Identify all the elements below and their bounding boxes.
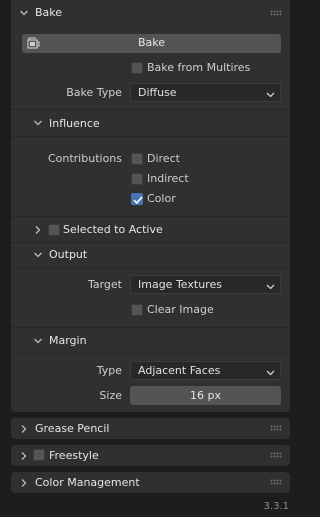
grease-pencil-title: Grease Pencil	[35, 422, 110, 435]
selected-to-active-title: Selected to Active	[63, 223, 163, 236]
chevron-right-icon	[19, 451, 29, 461]
chevron-right-icon	[19, 478, 29, 488]
target-value: Image Textures	[138, 278, 222, 291]
target-label: Target	[87, 278, 122, 291]
color-checkbox[interactable]	[131, 193, 143, 205]
divider	[11, 327, 290, 328]
drag-handle-icon[interactable]	[270, 425, 282, 431]
influence-title: Influence	[49, 117, 100, 130]
bake-type-dropdown[interactable]: Diffuse	[130, 83, 281, 102]
chevron-down-icon	[266, 89, 275, 98]
drag-handle-icon[interactable]	[270, 479, 282, 485]
divider	[11, 216, 290, 217]
clear-image-label[interactable]: Clear Image	[147, 303, 214, 317]
version-label: 3.3.1	[263, 501, 289, 512]
bake-panel-title: Bake	[35, 6, 63, 19]
divider	[11, 267, 290, 268]
chevron-down-icon	[266, 367, 275, 376]
chevron-down-icon	[33, 250, 43, 260]
margin-title: Margin	[49, 334, 87, 347]
color-label[interactable]: Color	[147, 192, 176, 206]
bake-from-multires-checkbox[interactable]	[131, 62, 143, 74]
selected-to-active-checkbox[interactable]	[48, 224, 60, 236]
direct-label[interactable]: Direct	[147, 152, 180, 166]
margin-subpanel-header[interactable]: Margin	[11, 330, 290, 352]
color-management-title: Color Management	[35, 476, 140, 489]
chevron-right-icon	[33, 225, 43, 235]
margin-size-field[interactable]: 16 px	[130, 386, 281, 405]
indirect-label[interactable]: Indirect	[147, 172, 189, 186]
bake-from-multires-label[interactable]: Bake from Multires	[147, 61, 250, 75]
freestyle-checkbox[interactable]	[33, 449, 45, 461]
influence-subpanel-header[interactable]: Influence	[11, 112, 290, 134]
bake-button-label: Bake	[137, 36, 166, 49]
indirect-checkbox[interactable]	[131, 173, 143, 185]
margin-size-label: Size	[99, 389, 122, 402]
drag-handle-icon[interactable]	[270, 10, 282, 16]
margin-type-value: Adjacent Faces	[138, 364, 221, 377]
freestyle-title: Freestyle	[49, 449, 99, 462]
bake-button[interactable]: Bake	[22, 34, 281, 53]
drag-handle-icon[interactable]	[270, 452, 282, 458]
divider	[11, 136, 290, 137]
grease-pencil-panel[interactable]: Grease Pencil	[11, 418, 290, 439]
output-title: Output	[49, 248, 88, 261]
direct-checkbox[interactable]	[131, 153, 143, 165]
freestyle-panel[interactable]: Freestyle	[11, 445, 290, 466]
margin-size-value: 16 px	[190, 389, 221, 402]
divider	[11, 353, 290, 354]
divider	[11, 242, 290, 243]
color-management-panel[interactable]: Color Management	[11, 472, 290, 493]
chevron-right-icon	[19, 424, 29, 434]
chevron-down-icon	[33, 118, 43, 128]
margin-type-dropdown[interactable]: Adjacent Faces	[130, 361, 281, 380]
selected-to-active-subpanel-header[interactable]: Selected to Active	[11, 219, 290, 241]
output-subpanel-header[interactable]: Output	[11, 244, 290, 266]
checkmark-icon	[133, 196, 143, 205]
clear-image-checkbox[interactable]	[131, 304, 143, 316]
bake-type-label: Bake Type	[66, 86, 122, 99]
bake-type-value: Diffuse	[138, 86, 177, 99]
margin-type-label: Type	[96, 364, 122, 377]
chevron-down-icon	[266, 281, 275, 290]
bake-panel-header[interactable]: Bake	[11, 2, 290, 24]
divider	[11, 109, 290, 110]
contributions-label: Contributions	[47, 152, 122, 165]
chevron-down-icon	[33, 336, 43, 346]
chevron-down-icon	[19, 8, 29, 18]
target-dropdown[interactable]: Image Textures	[130, 275, 281, 294]
